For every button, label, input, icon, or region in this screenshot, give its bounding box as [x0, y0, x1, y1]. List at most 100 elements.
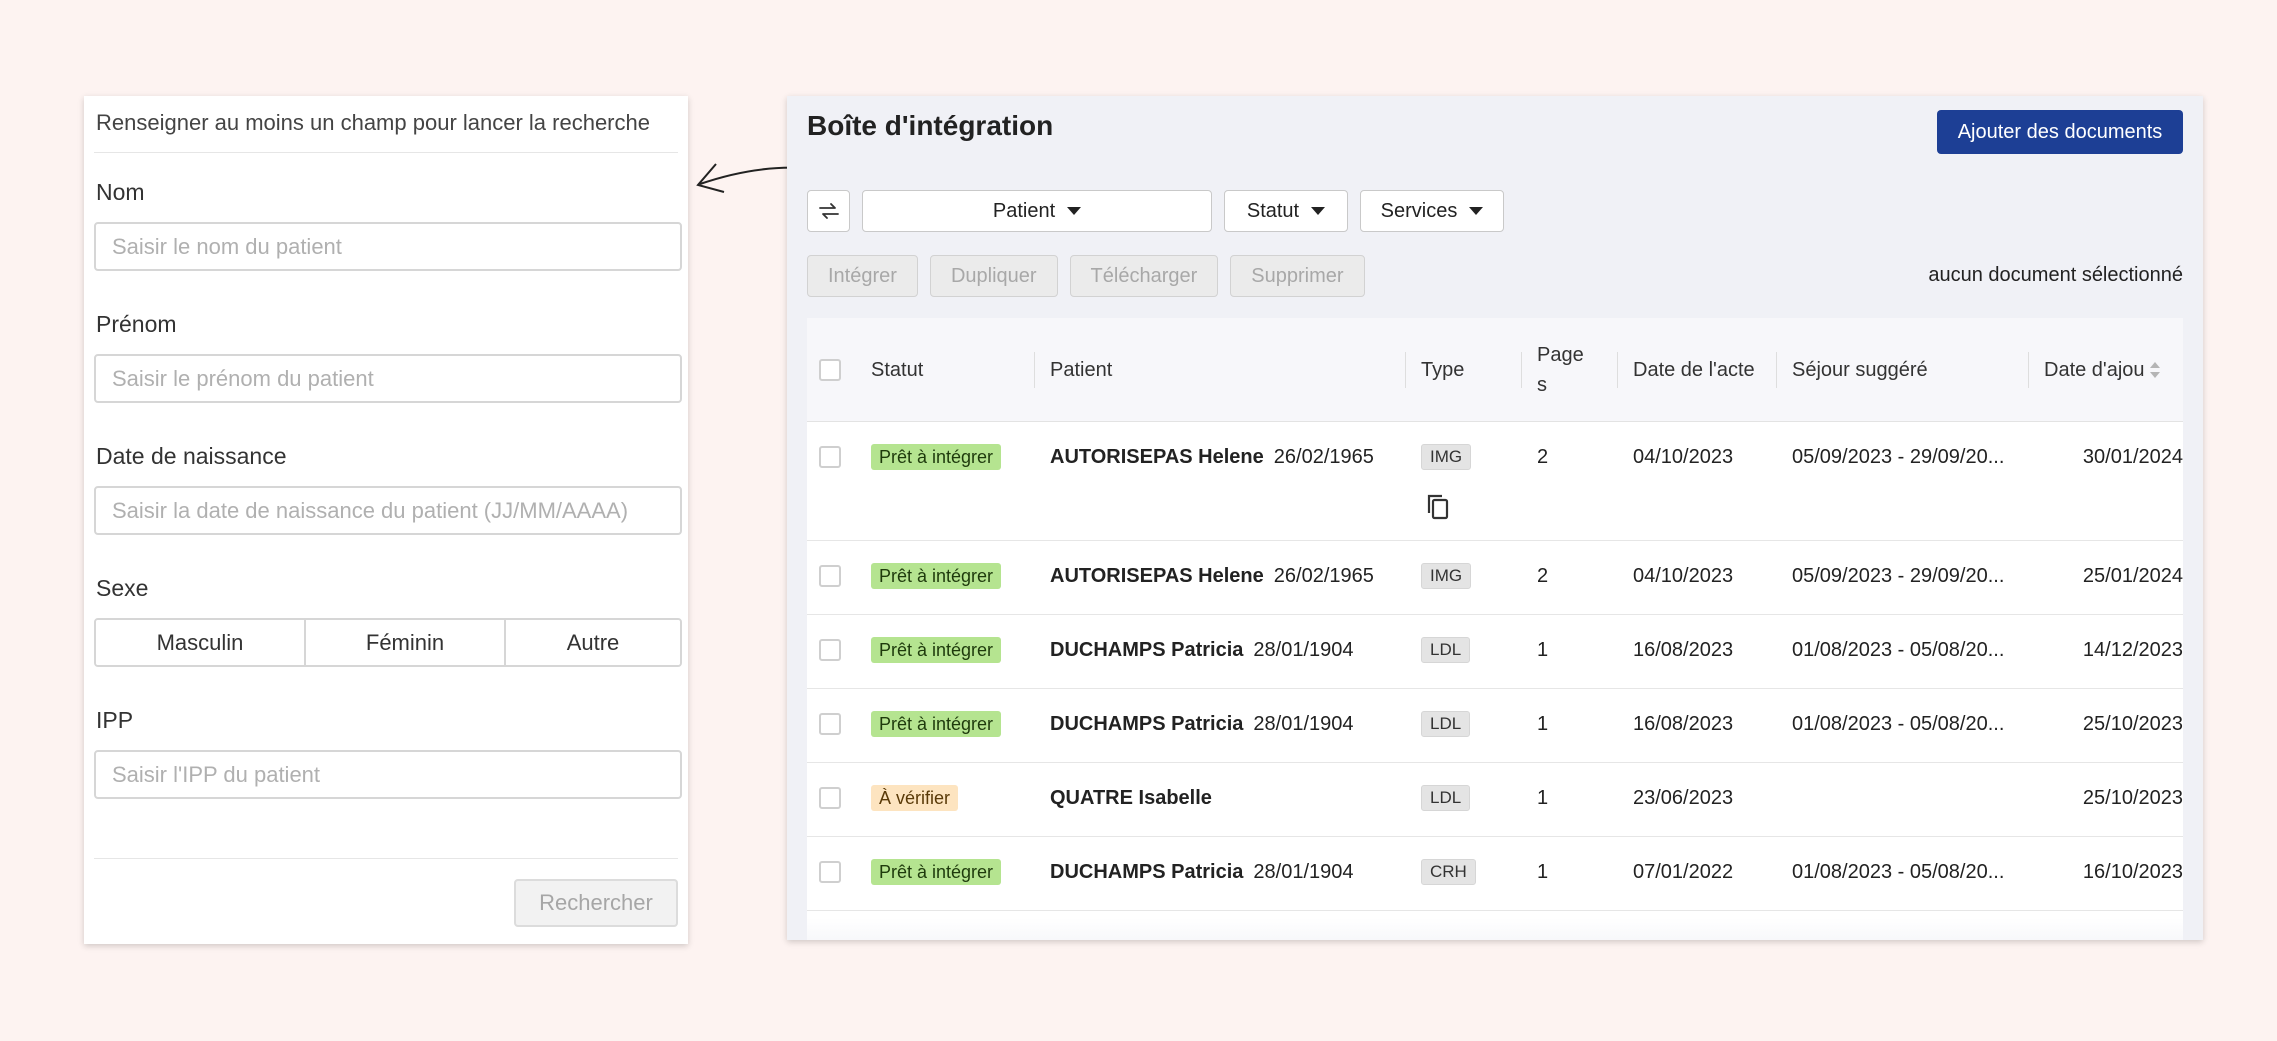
date-ajout: 14/12/2023: [2082, 639, 2183, 661]
sejour-suggere: 05/09/2023 - 29/09/20...: [1792, 446, 2005, 468]
statut-filter-dropdown[interactable]: Statut: [1224, 190, 1348, 232]
row-checkbox[interactable]: [819, 787, 841, 809]
type-tag: IMG: [1421, 563, 1472, 589]
type-tag: LDL: [1421, 637, 1471, 663]
row-checkbox[interactable]: [819, 713, 841, 735]
patient-name: DUCHAMPS Patricia: [1050, 713, 1244, 735]
patient-name: AUTORISEPAS Helene: [1050, 565, 1264, 587]
copy-icon[interactable]: [1425, 492, 1451, 522]
sejour-suggere: 05/09/2023 - 29/09/20...: [1792, 565, 2005, 587]
sexe-option-feminin[interactable]: Féminin: [306, 620, 506, 665]
refresh-button[interactable]: [807, 190, 850, 232]
dob-input[interactable]: [94, 486, 682, 535]
sejour-suggere: 01/08/2023 - 05/08/20...: [1792, 861, 2005, 883]
date-ajout: 16/10/2023: [2082, 861, 2183, 883]
rechercher-button[interactable]: Rechercher: [514, 879, 678, 927]
patient-dob: 28/01/1904: [1253, 713, 1354, 735]
dupliquer-button[interactable]: Dupliquer: [929, 255, 1058, 297]
col-statut[interactable]: Statut: [871, 318, 923, 422]
patient-dob: 26/02/1965: [1273, 446, 1374, 468]
date-acte: 04/10/2023: [1633, 565, 1734, 587]
date-ajout: 25/10/2023: [2082, 787, 2183, 809]
type-tag: LDL: [1421, 785, 1471, 811]
pages-count: 2: [1537, 565, 1549, 587]
ipp-input[interactable]: [94, 750, 682, 799]
row-checkbox[interactable]: [819, 861, 841, 883]
filter-bar: Patient Statut Services: [807, 190, 1504, 234]
prenom-input[interactable]: [94, 354, 682, 403]
table-header: Statut Patient Type Page s Date de l'act…: [807, 318, 2183, 422]
patient-dob: 28/01/1904: [1253, 639, 1354, 661]
search-footer: Rechercher: [94, 858, 678, 927]
integration-inbox: Boîte d'intégration Ajouter des document…: [787, 96, 2203, 940]
table-body: Prêt à intégrer AUTORISEPAS Helene 26/02/1…: [807, 422, 2183, 940]
search-hint: Renseigner au moins un champ pour lancer…: [94, 96, 678, 153]
page-title: Boîte d'intégration: [807, 110, 1054, 141]
row-checkbox[interactable]: [819, 639, 841, 661]
patient-filter-label: Patient: [992, 199, 1056, 222]
sexe-selector: Masculin Féminin Autre: [94, 618, 682, 667]
status-badge: Prêt à intégrer: [871, 444, 1002, 470]
col-sejour[interactable]: Séjour suggéré: [1776, 318, 1928, 422]
patient-name: QUATRE Isabelle: [1050, 787, 1212, 809]
col-date-ajout[interactable]: Date d'ajou: [2028, 318, 2161, 422]
prenom-label: Prénom: [96, 311, 177, 337]
type-tag: CRH: [1421, 859, 1476, 885]
pages-count: 1: [1537, 713, 1549, 735]
patient-search-panel: Renseigner au moins un champ pour lancer…: [84, 96, 688, 944]
date-acte: 23/06/2023: [1633, 787, 1734, 809]
col-type[interactable]: Type: [1405, 318, 1464, 422]
status-badge: Prêt à intégrer: [871, 711, 1002, 737]
telecharger-button[interactable]: Télécharger: [1069, 255, 1219, 297]
ipp-label: IPP: [96, 707, 134, 733]
sort-icon: [2149, 362, 2160, 378]
supprimer-button[interactable]: Supprimer: [1230, 255, 1365, 297]
row-checkbox[interactable]: [819, 565, 841, 587]
sexe-option-masculin[interactable]: Masculin: [96, 620, 306, 665]
documents-table: Statut Patient Type Page s Date de l'act…: [807, 318, 2183, 940]
patient-dob: 28/01/1904: [1253, 861, 1354, 883]
bulk-actions: Intégrer Dupliquer Télécharger Supprimer: [807, 255, 1365, 297]
col-date-acte[interactable]: Date de l'acte: [1617, 318, 1755, 422]
patient-name: DUCHAMPS Patricia: [1050, 639, 1244, 661]
table-row[interactable]: Prêt à intégrer DUCHAMPS Patricia 28/01/19…: [807, 837, 2183, 911]
integrer-button[interactable]: Intégrer: [807, 255, 918, 297]
date-ajout: 30/01/2024: [2082, 446, 2183, 468]
patient-filter-dropdown[interactable]: Patient: [862, 190, 1212, 232]
chevron-down-icon: [1469, 207, 1484, 215]
patient-name: DUCHAMPS Patricia: [1050, 861, 1244, 883]
table-row[interactable]: Prêt à intégrer AUTORISEPAS Helene 26/02/1…: [807, 422, 2183, 541]
patient-name: AUTORISEPAS Helene: [1050, 446, 1264, 468]
table-row[interactable]: Prêt à intégrer DUCHAMPS Patricia 28/01/19…: [807, 615, 2183, 689]
select-all-checkbox[interactable]: [819, 359, 841, 381]
chevron-down-icon: [1311, 207, 1326, 215]
row-checkbox[interactable]: [819, 446, 841, 468]
type-tag: IMG: [1421, 444, 1472, 470]
statut-filter-label: Statut: [1246, 199, 1300, 222]
selection-status: aucun document sélectionné: [1928, 264, 2183, 286]
sejour-suggere: 01/08/2023 - 05/08/20...: [1792, 713, 2005, 735]
refresh-icon: [818, 203, 839, 219]
pages-count: 1: [1537, 639, 1549, 661]
table-row[interactable]: Prêt à intégrer DUCHAMPS Patricia 28/01/19…: [807, 689, 2183, 763]
status-badge: Prêt à intégrer: [871, 563, 1002, 589]
dob-label: Date de naissance: [96, 443, 287, 469]
nom-input[interactable]: [94, 222, 682, 271]
sexe-option-autre[interactable]: Autre: [506, 620, 680, 665]
status-badge: Prêt à intégrer: [871, 859, 1002, 885]
table-row[interactable]: Prêt à intégrer AUTORISEPAS Helene 26/02/1…: [807, 541, 2183, 615]
canvas: Renseigner au moins un champ pour lancer…: [0, 0, 2277, 1041]
services-filter-label: Services: [1380, 199, 1458, 222]
table-row[interactable]: À vérifier QUATRE Isabelle LDL 1 23/06/2023 2…: [807, 763, 2183, 837]
col-patient[interactable]: Patient: [1034, 318, 1112, 422]
sejour-suggere: 01/08/2023 - 05/08/20...: [1792, 639, 2005, 661]
date-acte: 04/10/2023: [1633, 446, 1734, 468]
pages-count: 1: [1537, 787, 1549, 809]
date-acte: 16/08/2023: [1633, 639, 1734, 661]
pages-count: 2: [1537, 446, 1549, 468]
add-documents-button[interactable]: Ajouter des documents: [1937, 110, 2183, 154]
services-filter-dropdown[interactable]: Services: [1360, 190, 1504, 232]
col-pages[interactable]: Page s: [1521, 318, 1584, 422]
chevron-down-icon: [1067, 207, 1082, 215]
date-acte: 16/08/2023: [1633, 713, 1734, 735]
